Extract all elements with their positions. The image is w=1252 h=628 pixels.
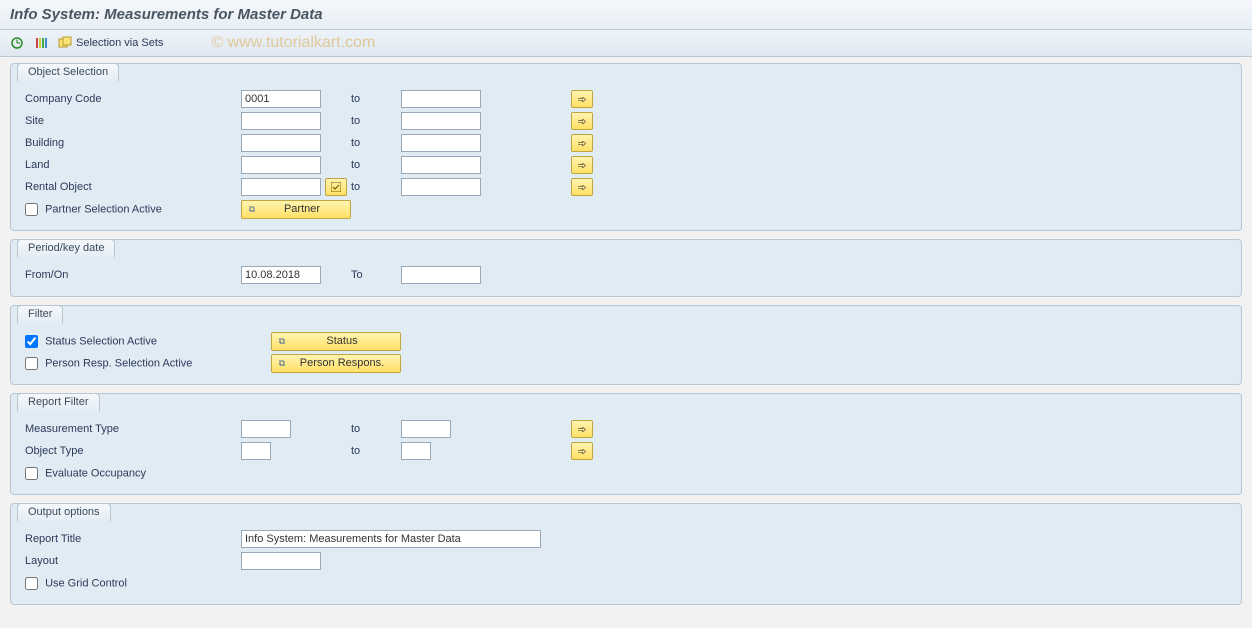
to-label: to [351,181,401,193]
input-period-to[interactable] [401,266,481,284]
group-title-filter: Filter [17,305,63,324]
to-label: to [351,159,401,171]
label-company-code: Company Code [21,93,241,105]
label-use-grid: Use Grid Control [21,577,241,590]
label-status-selection: Status Selection Active [21,335,241,348]
to-label: to [351,445,401,457]
label-measurement-type: Measurement Type [21,423,241,435]
page-title: Info System: Measurements for Master Dat… [10,6,323,23]
input-company-code-from[interactable] [241,90,321,108]
label-person-selection: Person Resp. Selection Active [21,357,241,370]
partner-button-label: Partner [264,203,340,215]
label-from-on: From/On [21,269,241,281]
label-object-type: Object Type [21,445,241,457]
label-report-title: Report Title [21,533,241,545]
checkbox-use-grid[interactable] [25,577,38,590]
group-object-selection: Object Selection Company Code to ➾ Site … [10,63,1242,231]
checkbox-person-selection[interactable] [25,357,38,370]
input-object-type-to[interactable] [401,442,431,460]
input-rental-object-to[interactable] [401,178,481,196]
label-status-selection-text: Status Selection Active [45,335,157,347]
label-land: Land [21,159,241,171]
watermark-text: © www.tutorialkart.com [211,34,375,52]
group-period: Period/key date From/On To [10,239,1242,297]
input-building-to[interactable] [401,134,481,152]
group-output-options: Output options Report Title Layout Use G… [10,503,1242,605]
label-use-grid-text: Use Grid Control [45,577,127,589]
multiple-selection-measurement-type[interactable]: ➾ [571,420,593,438]
selection-via-sets-button[interactable]: Selection via Sets [56,35,165,51]
multiple-selection-object-type[interactable]: ➾ [571,442,593,460]
label-person-selection-text: Person Resp. Selection Active [45,357,192,369]
rental-object-search-help-icon[interactable] [325,178,347,196]
multiple-selection-site[interactable]: ➾ [571,112,593,130]
label-building: Building [21,137,241,149]
input-building-from[interactable] [241,134,321,152]
to-label: to [351,137,401,149]
input-land-from[interactable] [241,156,321,174]
input-layout[interactable] [241,552,321,570]
label-evaluate-occupancy-text: Evaluate Occupancy [45,467,146,479]
execute-icon[interactable] [8,34,26,52]
checkbox-evaluate-occupancy[interactable] [25,467,38,480]
to-label: to [351,423,401,435]
expand-icon: ⧉ [276,357,288,369]
input-measurement-type-to[interactable] [401,420,451,438]
partner-button[interactable]: ⧉ Partner [241,200,351,219]
status-button-label: Status [294,335,390,347]
group-title-output: Output options [17,503,111,522]
label-site: Site [21,115,241,127]
group-title-report-filter: Report Filter [17,393,100,412]
label-rental-object: Rental Object [21,181,241,193]
input-object-type-from[interactable] [241,442,271,460]
label-partner-selection: Partner Selection Active [21,203,241,216]
multiple-selection-company-code[interactable]: ➾ [571,90,593,108]
checkbox-status-selection[interactable] [25,335,38,348]
variant-icon[interactable] [32,34,50,52]
input-site-to[interactable] [401,112,481,130]
input-site-from[interactable] [241,112,321,130]
person-button-label: Person Respons. [294,357,390,369]
input-from-on[interactable] [241,266,321,284]
input-company-code-to[interactable] [401,90,481,108]
to-label: To [351,269,401,281]
person-respons-button[interactable]: ⧉ Person Respons. [271,354,401,373]
multiple-selection-rental-object[interactable]: ➾ [571,178,593,196]
input-rental-object-from[interactable] [241,178,321,196]
input-report-title[interactable] [241,530,541,548]
to-label: to [351,93,401,105]
multiple-selection-building[interactable]: ➾ [571,134,593,152]
toolbar: Selection via Sets © www.tutorialkart.co… [0,30,1252,57]
header-bar: Info System: Measurements for Master Dat… [0,0,1252,30]
input-land-to[interactable] [401,156,481,174]
content-area: Object Selection Company Code to ➾ Site … [0,57,1252,623]
group-report-filter: Report Filter Measurement Type to ➾ Obje… [10,393,1242,495]
group-title-object-selection: Object Selection [17,63,119,82]
group-filter: Filter Status Selection Active ⧉ Status … [10,305,1242,385]
expand-icon: ⧉ [276,335,288,347]
multiple-selection-land[interactable]: ➾ [571,156,593,174]
label-partner-selection-text: Partner Selection Active [45,203,162,215]
input-measurement-type-from[interactable] [241,420,291,438]
to-label: to [351,115,401,127]
checkbox-partner-selection[interactable] [25,203,38,216]
label-layout: Layout [21,555,241,567]
expand-icon: ⧉ [246,203,258,215]
status-button[interactable]: ⧉ Status [271,332,401,351]
group-title-period: Period/key date [17,239,115,258]
label-evaluate-occupancy: Evaluate Occupancy [21,467,241,480]
selection-via-sets-label: Selection via Sets [76,37,163,49]
